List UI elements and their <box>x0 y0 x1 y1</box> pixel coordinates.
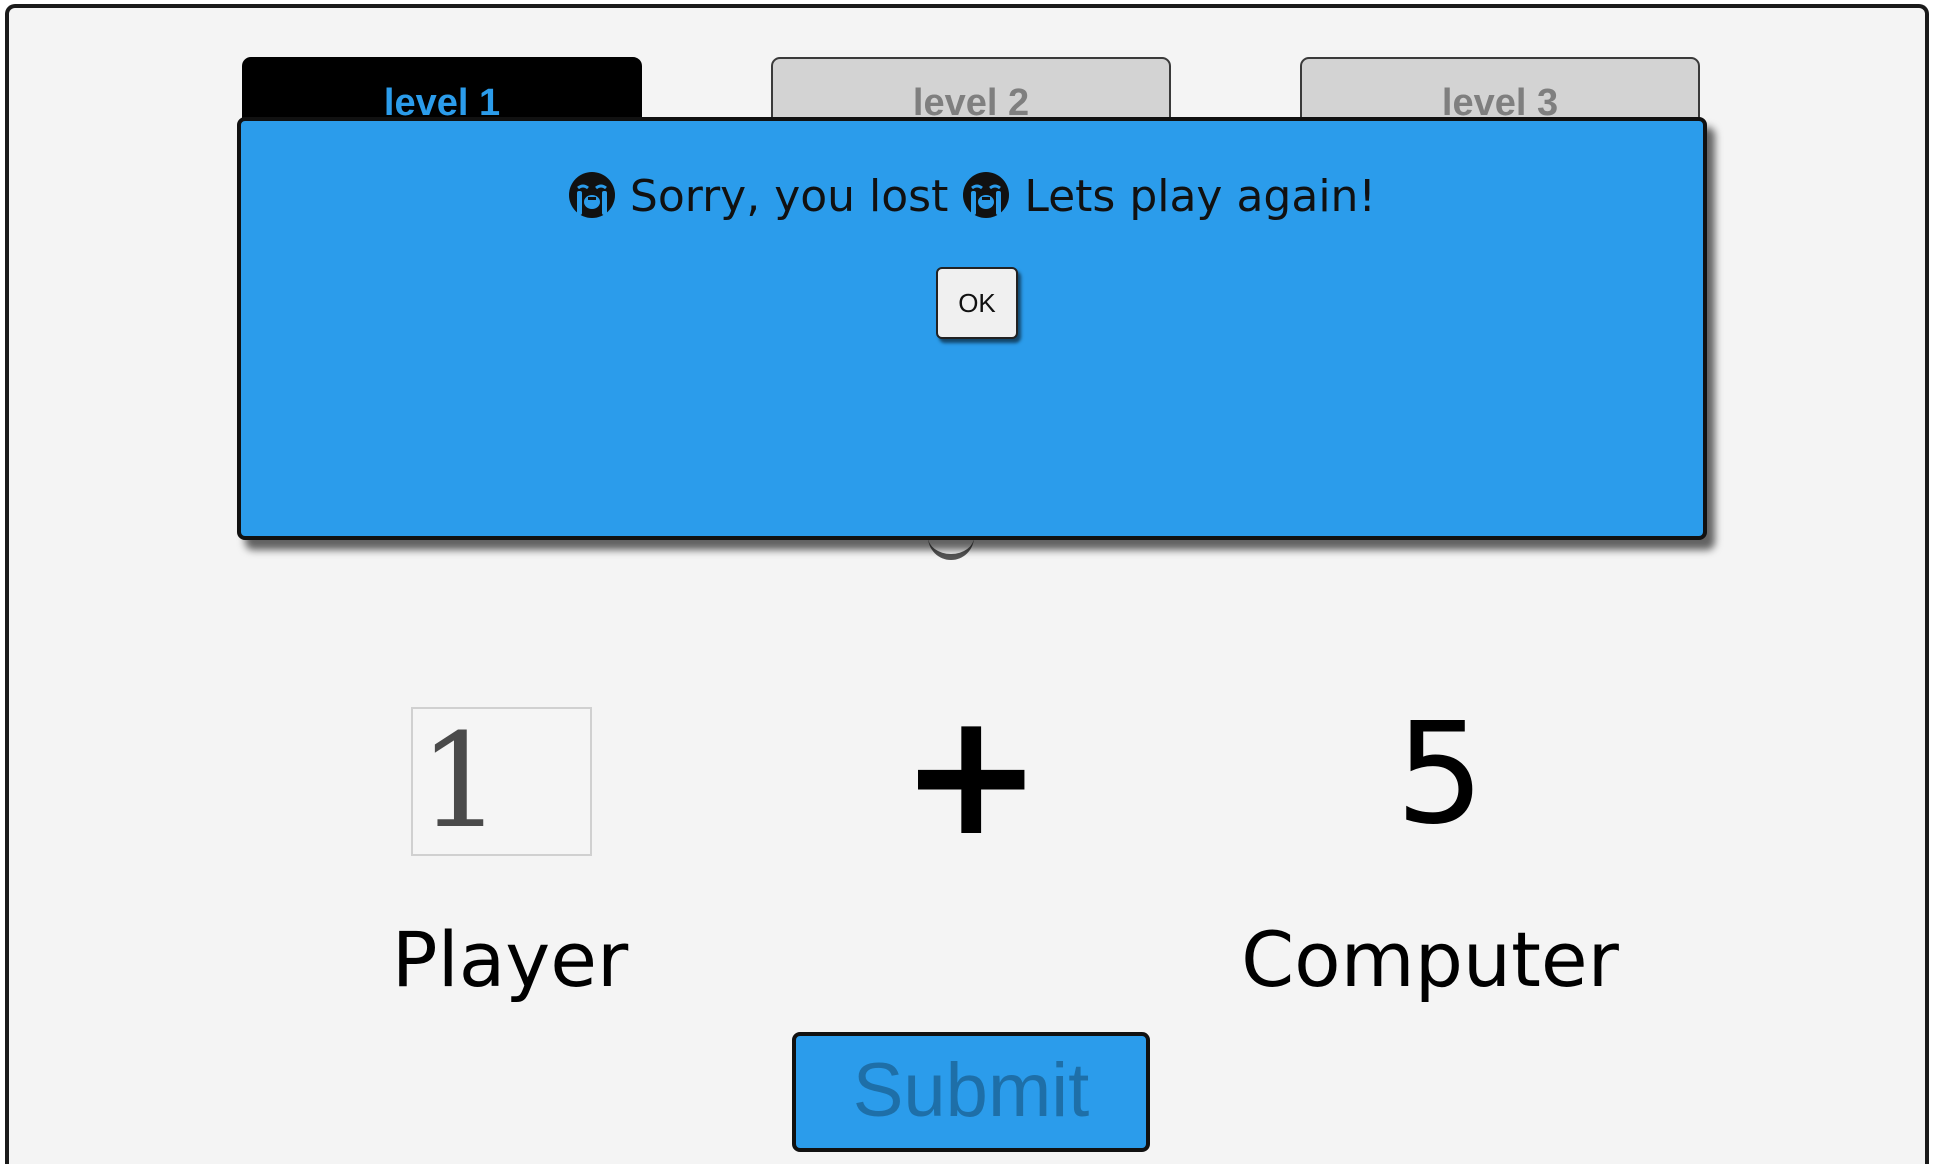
tab-level-1[interactable]: level 1 <box>242 57 642 124</box>
computer-number: 5 <box>1395 693 1485 856</box>
crying-face-icon <box>963 172 1010 218</box>
result-dialog: Sorry, you lost Lets play again! OK <box>237 117 1707 540</box>
player-number-input[interactable] <box>411 707 592 856</box>
message-text-1: Sorry, you lost <box>629 171 949 222</box>
computer-label: Computer <box>1241 915 1619 1004</box>
result-message: Sorry, you lost Lets play again! <box>241 167 1703 227</box>
message-text-2: Lets play again! <box>1024 171 1377 222</box>
submit-button[interactable]: Submit <box>792 1032 1150 1152</box>
plus-operator: + <box>900 676 1043 874</box>
tab-level-2[interactable]: level 2 <box>771 57 1171 124</box>
player-label: Player <box>391 915 629 1004</box>
tab-level-3[interactable]: level 3 <box>1300 57 1700 124</box>
crying-face-icon <box>568 172 615 218</box>
ok-button[interactable]: OK <box>936 267 1018 339</box>
